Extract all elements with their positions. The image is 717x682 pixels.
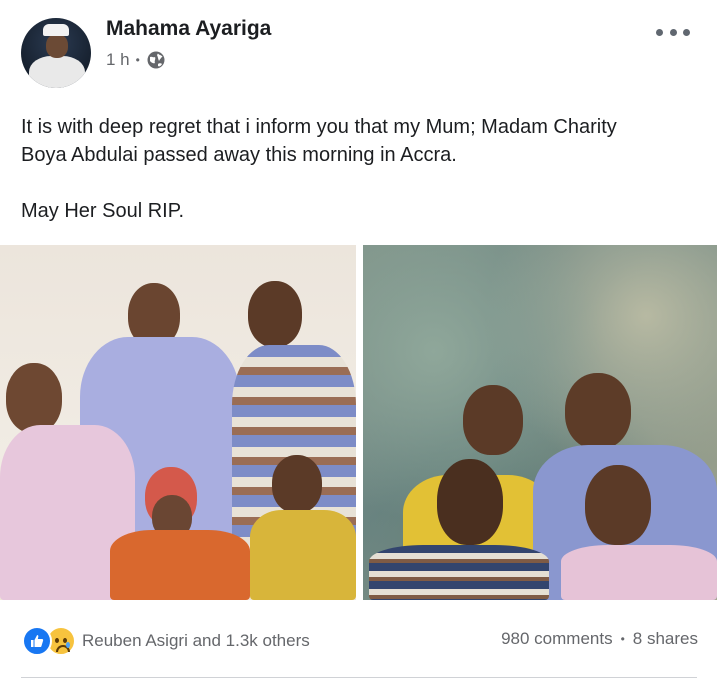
- avatar[interactable]: [21, 18, 91, 88]
- post-text: It is with deep regret that i inform you…: [21, 113, 701, 225]
- post-text-closing: May Her Soul RIP.: [21, 200, 185, 222]
- author-name[interactable]: Mahama Ayariga: [106, 17, 271, 41]
- engagement-counts: 980 comments • 8 shares: [501, 629, 698, 649]
- meta-separator: •: [135, 53, 140, 67]
- post-header: Mahama Ayariga 1 h •: [0, 0, 717, 100]
- counts-separator: •: [620, 632, 625, 646]
- post-footer: Reuben Asigri and 1.3k others 980 commen…: [0, 600, 717, 682]
- family-photo-right[interactable]: [363, 245, 717, 600]
- like-icon: [22, 626, 52, 656]
- post-text-line: It is with deep regret that i inform you…: [21, 116, 617, 138]
- divider: [21, 677, 697, 678]
- globe-icon[interactable]: [146, 50, 166, 70]
- comments-count[interactable]: 980 comments: [501, 629, 613, 649]
- reactions-summary[interactable]: Reuben Asigri and 1.3k others: [22, 626, 310, 656]
- photo-grid: [0, 245, 717, 600]
- more-options-icon[interactable]: [656, 24, 690, 40]
- post-text-line: Boya Abdulai passed away this morning in…: [21, 144, 457, 166]
- post-time[interactable]: 1 h: [106, 50, 130, 70]
- shares-count[interactable]: 8 shares: [633, 629, 698, 649]
- reactions-text[interactable]: Reuben Asigri and 1.3k others: [82, 631, 310, 651]
- post-meta: 1 h •: [106, 50, 166, 70]
- family-photo-left[interactable]: [0, 245, 356, 600]
